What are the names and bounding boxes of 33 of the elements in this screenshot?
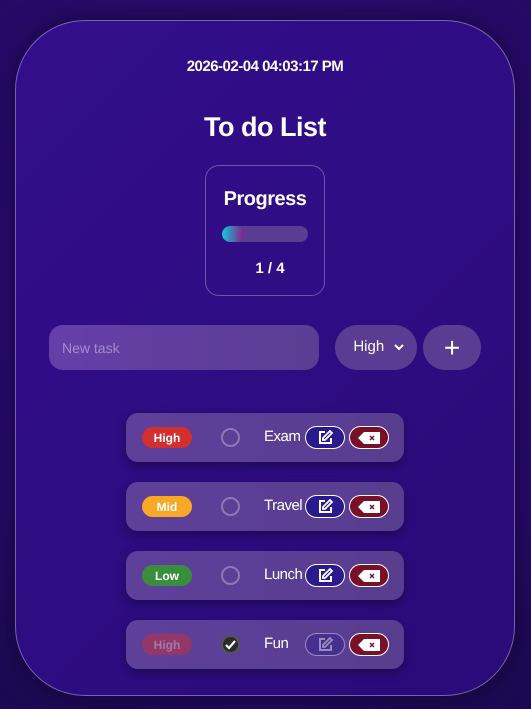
- backspace-icon: [358, 570, 380, 582]
- task-name: Fun: [264, 634, 290, 654]
- priority-badge: High: [142, 427, 192, 448]
- priority-badge: Mid: [142, 496, 192, 517]
- edit-button[interactable]: [305, 426, 345, 449]
- new-task-field[interactable]: New task: [49, 325, 320, 370]
- progress-count: 1 / 4: [255, 259, 285, 279]
- task-name: Lunch: [264, 565, 304, 586]
- backspace-icon: [358, 500, 380, 512]
- task-name: Exam: [264, 427, 302, 448]
- task-name: Travel: [264, 496, 304, 516]
- delete-button[interactable]: [349, 426, 389, 449]
- backspace-icon: [358, 638, 380, 650]
- task-checkbox[interactable]: [221, 635, 240, 654]
- edit-button[interactable]: [305, 564, 345, 587]
- edit-button[interactable]: [305, 495, 345, 518]
- priority-badge: High: [142, 634, 192, 655]
- chevron-icon: [394, 344, 404, 351]
- edit-icon: [316, 636, 334, 653]
- edit-icon: [316, 567, 334, 584]
- edit-icon: [316, 429, 334, 446]
- edit-icon: [316, 498, 334, 515]
- date-time: 2026-02-04 04:03:17 PM: [186, 57, 344, 77]
- delete-button[interactable]: [349, 564, 389, 587]
- delete-button[interactable]: [349, 495, 389, 518]
- app-title: To do List: [204, 110, 326, 144]
- delete-button[interactable]: [349, 633, 389, 656]
- priority-badge: Low: [142, 565, 192, 586]
- add-button[interactable]: +: [423, 325, 481, 370]
- backspace-icon: [358, 432, 380, 444]
- checkmark-icon: [225, 640, 236, 650]
- priority-select[interactable]: High: [335, 325, 418, 370]
- progress-title: Progress: [224, 187, 306, 212]
